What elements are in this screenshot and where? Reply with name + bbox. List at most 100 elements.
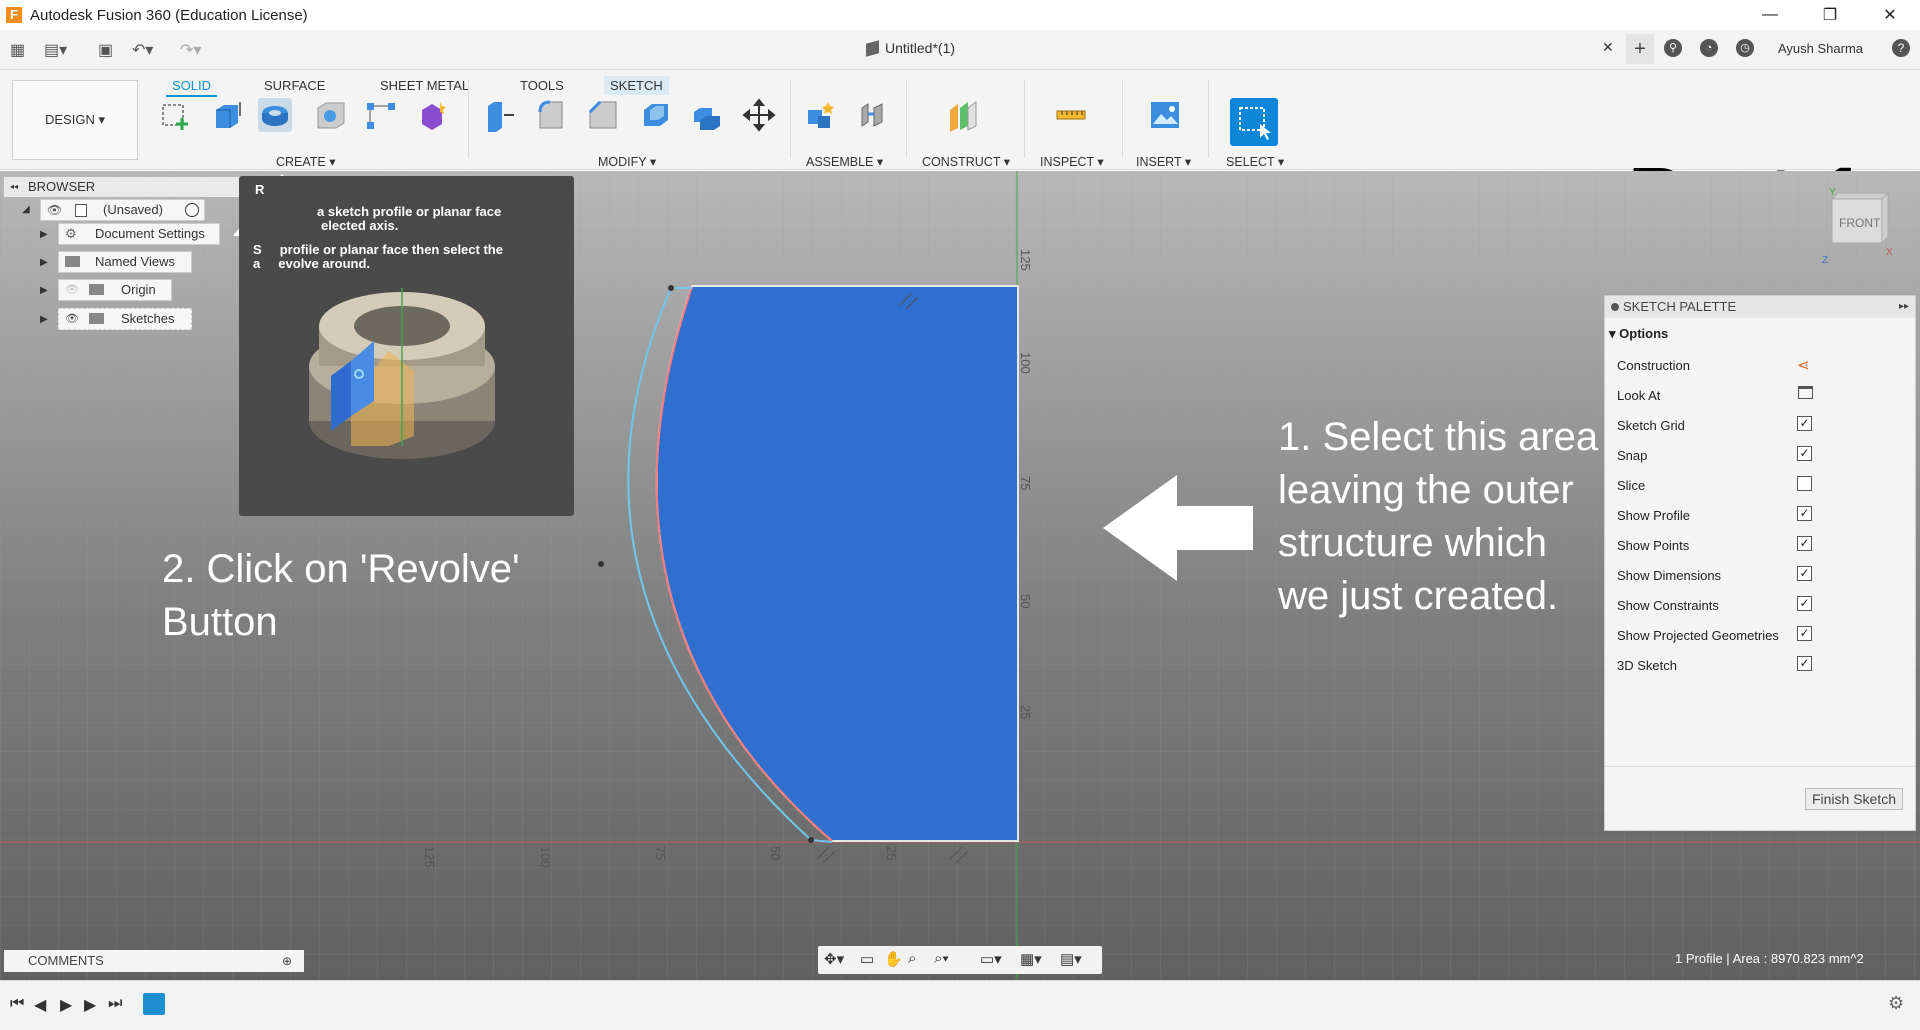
zoom-window-icon[interactable]: ⌕ bbox=[908, 950, 916, 967]
browser-item-origin[interactable]: 👁 Origin bbox=[58, 279, 172, 301]
display-settings-icon[interactable]: ▭▾ bbox=[980, 950, 1002, 968]
collapse-triangle-icon[interactable]: ◢ bbox=[22, 204, 30, 215]
browser-item-named-views[interactable]: Named Views bbox=[58, 251, 192, 273]
tab-surface[interactable]: SURFACE bbox=[258, 76, 331, 95]
browser-item-sketches[interactable]: 👁 Sketches bbox=[58, 308, 192, 330]
visibility-eye-icon[interactable]: 👁 bbox=[47, 200, 62, 220]
chamfer-icon[interactable] bbox=[586, 98, 620, 132]
insert-image-icon[interactable] bbox=[1148, 98, 1182, 132]
step-back-icon[interactable]: ◀ bbox=[34, 995, 46, 1015]
select-icon[interactable] bbox=[1230, 98, 1278, 146]
job-status-icon[interactable]: ◔ bbox=[1700, 39, 1718, 57]
expand-palette-icon[interactable]: ▸▸ bbox=[1899, 296, 1909, 318]
show-constraints-checkbox[interactable]: ✓ bbox=[1797, 596, 1812, 611]
snap-checkbox[interactable]: ✓ bbox=[1797, 446, 1812, 461]
app-grid-icon[interactable]: ▦ bbox=[10, 40, 25, 60]
measure-icon[interactable] bbox=[1054, 98, 1088, 132]
grid-settings-icon[interactable]: ▦▾ bbox=[1020, 950, 1042, 968]
revolve-icon[interactable] bbox=[258, 98, 292, 132]
maximize-button[interactable]: ❐ bbox=[1800, 0, 1860, 30]
modify-menu[interactable]: MODIFY ▾ bbox=[598, 154, 656, 169]
document-tab[interactable]: Untitled*(1) bbox=[866, 39, 955, 57]
look-at-nav-icon[interactable]: ▭ bbox=[860, 950, 874, 968]
sketch-point[interactable] bbox=[808, 837, 814, 843]
look-at-icon[interactable] bbox=[1798, 386, 1813, 399]
help-icon[interactable]: ? bbox=[1892, 39, 1910, 57]
sketch-point[interactable] bbox=[668, 285, 674, 291]
step-forward-icon[interactable]: ▶ bbox=[84, 995, 96, 1015]
save-icon[interactable]: ▣ bbox=[98, 40, 113, 60]
extrude-icon[interactable] bbox=[210, 98, 244, 132]
construction-icon[interactable]: ⋖ bbox=[1797, 356, 1810, 374]
add-comment-icon[interactable]: ⊕ bbox=[282, 950, 292, 972]
go-to-start-icon[interactable]: ⏮ bbox=[10, 995, 24, 1013]
sketch-point[interactable] bbox=[598, 561, 604, 567]
press-pull-icon[interactable] bbox=[482, 98, 516, 132]
expand-triangle-icon[interactable]: ▶ bbox=[40, 285, 48, 296]
timeline-sketch-marker[interactable] bbox=[143, 993, 165, 1015]
create-menu[interactable]: CREATE ▾ bbox=[276, 154, 336, 169]
browser-header[interactable]: BROWSER bbox=[4, 177, 252, 197]
play-icon[interactable]: ▶ bbox=[60, 995, 72, 1015]
tab-close-icon[interactable]: ✕ bbox=[1602, 39, 1614, 56]
show-projected-checkbox[interactable]: ✓ bbox=[1797, 626, 1812, 641]
go-to-end-icon[interactable]: ⏭ bbox=[108, 995, 122, 1013]
assemble-menu[interactable]: ASSEMBLE ▾ bbox=[806, 154, 883, 169]
extensions-icon[interactable]: ⚲ bbox=[1664, 39, 1682, 57]
file-menu-icon[interactable]: ▤▾ bbox=[44, 40, 67, 60]
show-points-checkbox[interactable]: ✓ bbox=[1797, 536, 1812, 551]
canvas-viewport[interactable]: 125 100 75 50 25 125 100 75 50 25 FRONT … bbox=[0, 171, 1920, 980]
create-sketch-icon[interactable] bbox=[158, 98, 192, 132]
joint-icon[interactable] bbox=[856, 98, 890, 132]
browser-root-node[interactable]: 👁 (Unsaved) bbox=[40, 199, 205, 221]
activate-radio-icon[interactable] bbox=[185, 203, 199, 217]
orbit-icon[interactable]: ✥▾ bbox=[824, 950, 844, 968]
visibility-eye-icon[interactable]: 👁 bbox=[65, 309, 79, 329]
3d-sketch-checkbox[interactable]: ✓ bbox=[1797, 656, 1812, 671]
document-icon bbox=[75, 204, 87, 217]
comments-panel[interactable]: COMMENTS ⊕ bbox=[4, 950, 304, 972]
expand-triangle-icon[interactable]: ▶ bbox=[40, 229, 48, 240]
sketch-grid-checkbox[interactable]: ✓ bbox=[1797, 416, 1812, 431]
tab-sheet-metal[interactable]: SHEET METAL bbox=[374, 76, 475, 95]
move-copy-icon[interactable] bbox=[742, 98, 776, 132]
close-button[interactable]: ✕ bbox=[1860, 0, 1920, 30]
browser-item-document-settings[interactable]: ⚙ Document Settings bbox=[58, 223, 220, 245]
timeline-settings-gear-icon[interactable]: ⚙ bbox=[1888, 993, 1904, 1014]
zoom-icon[interactable]: ⌕▾ bbox=[934, 950, 949, 967]
combine-icon[interactable] bbox=[690, 98, 724, 132]
slice-checkbox[interactable] bbox=[1797, 476, 1812, 491]
pattern-icon[interactable] bbox=[364, 98, 398, 132]
select-menu[interactable]: SELECT ▾ bbox=[1226, 154, 1284, 169]
finish-sketch-button[interactable]: Finish Sketch bbox=[1805, 788, 1903, 810]
minimize-button[interactable]: — bbox=[1740, 0, 1800, 30]
construct-menu[interactable]: CONSTRUCT ▾ bbox=[922, 154, 1010, 169]
shell-icon[interactable] bbox=[638, 98, 672, 132]
offset-plane-icon[interactable] bbox=[946, 98, 980, 132]
tab-tools[interactable]: TOOLS bbox=[514, 76, 570, 95]
create-form-icon[interactable] bbox=[416, 98, 450, 132]
insert-menu[interactable]: INSERT ▾ bbox=[1136, 154, 1191, 169]
viewports-icon[interactable]: ▤▾ bbox=[1060, 950, 1082, 968]
inspect-menu[interactable]: INSPECT ▾ bbox=[1040, 154, 1104, 169]
notifications-icon[interactable]: ◷ bbox=[1736, 39, 1754, 57]
palette-header[interactable]: SKETCH PALETTE ▸▸ bbox=[1605, 296, 1915, 318]
expand-triangle-icon[interactable]: ▶ bbox=[40, 257, 48, 268]
user-name[interactable]: Ayush Sharma bbox=[1778, 41, 1863, 56]
tab-solid[interactable]: SOLID bbox=[166, 76, 218, 97]
workspace-switcher[interactable]: DESIGN ▾ bbox=[12, 80, 138, 160]
browser-item-label: Origin bbox=[121, 282, 156, 297]
hole-icon[interactable] bbox=[314, 98, 348, 132]
redo-icon[interactable]: ↷▾ bbox=[180, 40, 201, 60]
pan-icon[interactable]: ✋ bbox=[884, 950, 903, 968]
tab-sketch[interactable]: SKETCH bbox=[604, 76, 669, 95]
visibility-eye-icon[interactable]: 👁 bbox=[65, 280, 79, 300]
undo-icon[interactable]: ↶▾ bbox=[132, 40, 153, 60]
new-component-icon[interactable] bbox=[804, 98, 838, 132]
options-section[interactable]: ▾ Options bbox=[1609, 326, 1668, 342]
new-tab-button[interactable]: + bbox=[1626, 34, 1654, 64]
fillet-icon[interactable] bbox=[534, 98, 568, 132]
show-dimensions-checkbox[interactable]: ✓ bbox=[1797, 566, 1812, 581]
show-profile-checkbox[interactable]: ✓ bbox=[1797, 506, 1812, 521]
expand-triangle-icon[interactable]: ▶ bbox=[40, 314, 48, 325]
